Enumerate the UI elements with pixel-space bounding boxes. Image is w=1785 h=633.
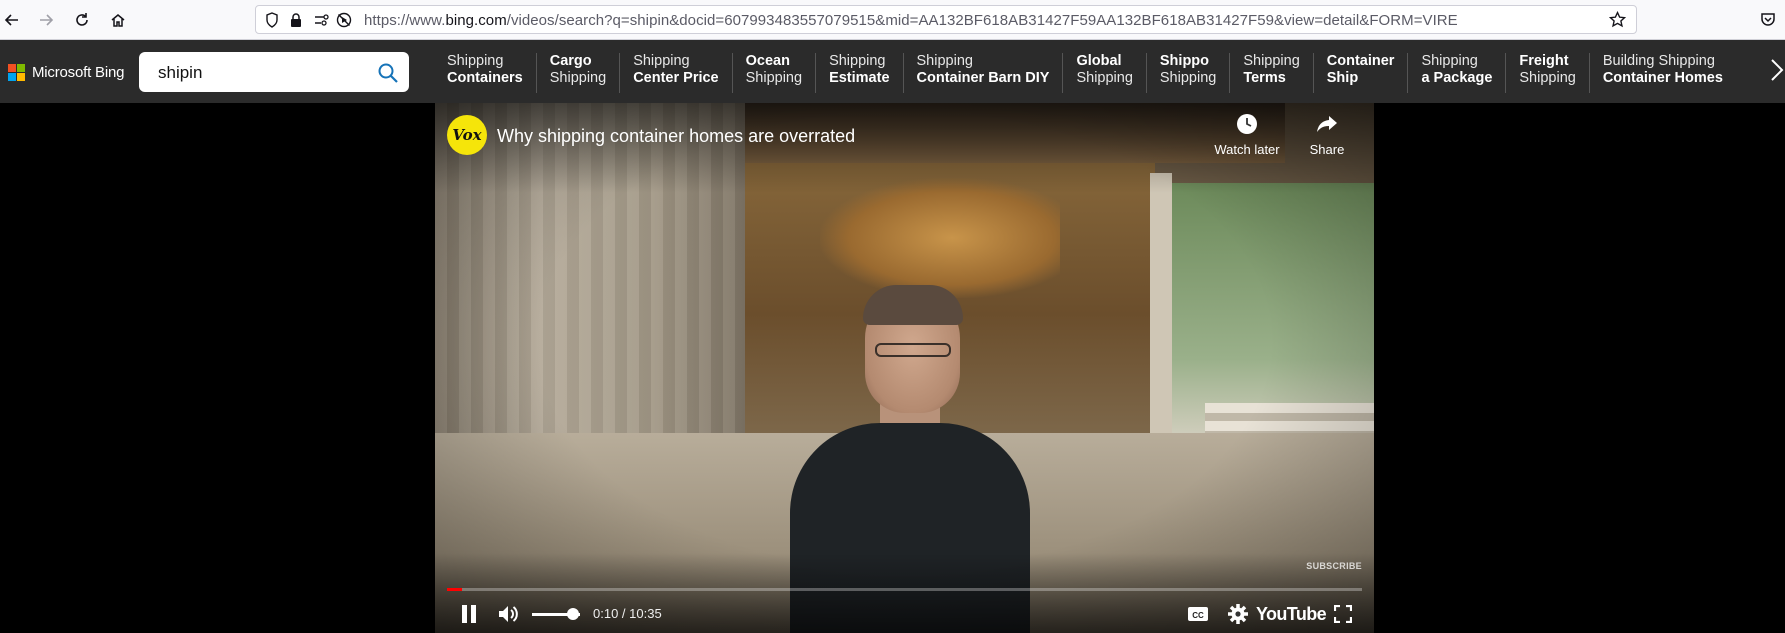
video-title[interactable]: Why shipping container homes are overrat… [497,126,855,147]
related-searches: Shipping Containers Cargo Shipping Shipping C… [434,53,1736,93]
youtube-logo[interactable]: YouTube [1256,596,1327,632]
related-search-line1: Shipping [447,53,504,69]
svg-text:CC: CC [1192,611,1204,620]
share-button[interactable]: Share [1292,113,1362,157]
share-label: Share [1309,142,1345,157]
bookmark-star-icon[interactable] [1608,10,1627,33]
permissions-icon[interactable] [314,12,330,28]
related-search-line2: Shipping [745,70,803,86]
search-icon[interactable] [377,62,399,84]
forward-icon[interactable] [34,8,58,32]
video-player[interactable]: Vox Why shipping container homes are ove… [435,103,1374,633]
related-search-line2: Shipping [549,70,607,86]
related-search-item[interactable]: Freight Shipping [1505,53,1588,93]
browser-toolbar: https://www.bing.com/videos/search?q=shi… [0,0,1785,40]
related-search-line1: Shipping [1243,53,1300,69]
related-search-line1: Container [1326,53,1395,69]
related-search-item[interactable]: Cargo Shipping [535,53,619,93]
watch-later-label: Watch later [1214,142,1280,157]
bing-logo-text: Microsoft Bing [32,64,125,81]
settings-gear-icon[interactable] [1223,596,1253,632]
search-input[interactable]: shipin [158,63,202,83]
related-search-line1: Shipping [829,53,886,69]
related-search-item[interactable]: Shipping Container Barn DIY [902,53,1063,93]
bing-header: Microsoft Bing shipin Shipping Containers… [0,40,1785,103]
back-icon[interactable] [0,8,24,32]
address-bar[interactable]: https://www.bing.com/videos/search?q=shi… [255,5,1637,34]
related-search-line1: Cargo [549,53,592,69]
related-search-item[interactable]: Global Shipping [1062,53,1145,93]
related-search-line1: Shipping [633,53,690,69]
url-text[interactable]: https://www.bing.com/videos/search?q=shi… [364,12,1458,29]
related-search-item[interactable]: Building Shipping Container Homes [1588,53,1736,93]
related-next-icon[interactable] [1770,58,1784,87]
pocket-icon[interactable] [1760,11,1776,32]
related-search-item[interactable]: Shipping a Package [1407,53,1505,93]
related-search-item[interactable]: Shippo Shipping [1145,53,1229,93]
lock-icon[interactable] [288,12,304,28]
microsoft-logo-icon [8,64,25,81]
related-search-line1: Freight [1519,53,1569,69]
related-search-line2: Shipping [1159,70,1217,86]
fullscreen-icon[interactable] [1328,596,1358,632]
pause-icon[interactable] [454,596,484,632]
related-search-line2: Shipping [1519,70,1576,86]
related-search-item[interactable]: Ocean Shipping [731,53,815,93]
related-search-line2: Estimate [829,70,890,86]
related-search-line2: Terms [1243,70,1286,86]
share-icon [1317,116,1337,132]
search-box[interactable]: shipin [139,52,409,92]
time-display: 0:10 / 10:35 [593,606,662,621]
related-search-line1: Shipping [916,53,973,69]
shield-icon[interactable] [264,12,280,28]
related-search-line2: Ship [1326,70,1359,86]
clock-icon [1237,114,1257,134]
volume-knob[interactable] [567,608,579,620]
related-search-item[interactable]: Shipping Estimate [815,53,902,93]
captions-icon[interactable]: CC [1183,596,1213,632]
home-icon[interactable] [106,8,130,32]
autoplay-blocked-icon[interactable] [336,12,352,28]
related-search-line2: a Package [1421,70,1493,86]
player-controls: 0:10 / 10:35 CC YouTube [435,596,1374,632]
channel-avatar[interactable]: Vox [447,115,487,155]
youtube-logo-text: YouTube [1255,603,1327,624]
progress-bar[interactable] [447,588,1362,591]
related-search-line1: Building Shipping [1602,53,1715,69]
related-search-line2: Container Barn DIY [916,70,1050,86]
related-search-line2: Shipping [1076,70,1133,86]
related-search-item[interactable]: Shipping Containers [434,53,536,93]
related-search-line1: Ocean [745,53,790,69]
watch-later-button[interactable]: Watch later [1212,113,1282,157]
related-search-item[interactable]: Container Ship [1312,53,1408,93]
progress-played [447,588,462,591]
related-search-line1: Global [1076,53,1122,69]
related-search-line1: Shippo [1159,53,1210,69]
related-search-line2: Container Homes [1602,70,1723,86]
reload-icon[interactable] [70,8,94,32]
related-search-item[interactable]: Shipping Center Price [619,53,731,93]
related-search-line1: Shipping [1421,53,1478,69]
volume-icon[interactable] [494,596,524,632]
related-search-item[interactable]: Shipping Terms [1229,53,1312,93]
subscribe-watermark[interactable]: SUBSCRIBE [1306,561,1362,571]
related-search-line2: Containers [447,70,523,86]
related-search-line2: Center Price [633,70,719,86]
bing-logo[interactable]: Microsoft Bing [8,64,124,81]
